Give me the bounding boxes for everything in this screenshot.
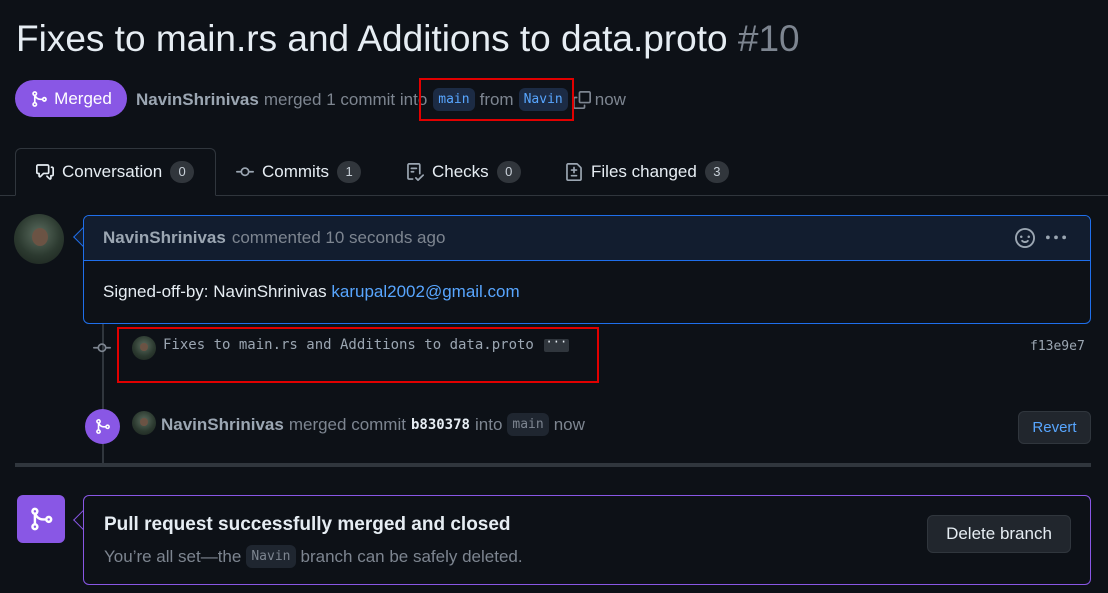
email-link[interactable]: karupal2002@gmail.com xyxy=(331,282,519,301)
merged-box-description: You’re all set—the Navin branch can be s… xyxy=(104,545,523,568)
merged-box-desc-prefix: You’re all set—the xyxy=(104,546,242,566)
comment-author-link[interactable]: NavinShrinivas xyxy=(103,228,226,248)
git-merge-icon xyxy=(31,507,53,531)
comment-author-avatar[interactable] xyxy=(14,214,64,264)
git-merge-icon xyxy=(32,90,48,107)
git-commit-icon xyxy=(236,167,254,177)
merge-event-time: now xyxy=(553,414,585,434)
pr-author-link[interactable]: NavinShrinivas xyxy=(136,90,259,110)
pr-title: Fixes to main.rs and Additions to data.p… xyxy=(16,18,800,60)
tab-checks[interactable]: Checks 0 xyxy=(406,148,521,196)
comment-action: commented 10 seconds ago xyxy=(231,228,446,247)
comment-header: NavinShrinivas commented 10 seconds ago xyxy=(84,216,1090,261)
merged-status-icon xyxy=(17,495,65,543)
tab-files-changed-label: Files changed xyxy=(591,162,697,181)
commit-sha-link[interactable]: f13e9e7 xyxy=(1030,339,1085,354)
merged-label: Merged xyxy=(54,88,112,108)
smiley-icon[interactable] xyxy=(1015,228,1035,248)
deletable-branch-label[interactable]: Navin xyxy=(246,545,296,568)
tab-files-changed-count: 3 xyxy=(704,161,729,183)
tab-checks-count: 0 xyxy=(496,161,521,183)
merge-event-text: merged commit xyxy=(288,414,406,434)
pr-title-text: Fixes to main.rs and Additions to data.p… xyxy=(16,18,728,59)
revert-button[interactable]: Revert xyxy=(1018,411,1091,444)
merge-author-link[interactable]: NavinShrinivas xyxy=(161,415,284,435)
pr-merge-text: merged 1 commit into xyxy=(263,89,428,109)
merged-status-badge: Merged xyxy=(15,80,127,117)
merge-event-badge xyxy=(85,409,120,444)
git-commit-icon xyxy=(93,343,111,353)
tab-commits-label: Commits xyxy=(262,162,330,181)
checklist-icon xyxy=(407,163,424,181)
tab-conversation-count: 0 xyxy=(170,161,195,183)
tab-conversation[interactable]: Conversation 0 xyxy=(15,148,216,196)
copy-icon[interactable] xyxy=(572,90,591,109)
timeline-divider xyxy=(15,463,1091,467)
merge-event-row: NavinShrinivas merged commit b830378 int… xyxy=(161,413,585,436)
merged-box-desc-suffix: branch can be safely deleted. xyxy=(300,546,523,566)
signed-off-text: Signed-off-by: NavinShrinivas xyxy=(103,282,327,301)
comment-box: NavinShrinivas commented 10 seconds ago … xyxy=(83,215,1091,324)
merge-into-text: into xyxy=(474,414,503,434)
pr-number: #10 xyxy=(737,18,800,59)
merge-author-avatar[interactable] xyxy=(132,411,156,435)
commit-highlight-box xyxy=(117,327,599,383)
tab-checks-label: Checks xyxy=(432,162,489,181)
comment-discussion-icon xyxy=(36,164,54,180)
merge-target-branch[interactable]: main xyxy=(507,413,549,436)
git-merge-icon xyxy=(96,419,110,434)
tab-commits[interactable]: Commits 1 xyxy=(236,148,362,196)
file-diff-icon xyxy=(566,163,582,181)
delete-branch-button[interactable]: Delete branch xyxy=(927,515,1071,553)
merge-commit-sha-link[interactable]: b830378 xyxy=(411,417,470,433)
merged-box-title: Pull request successfully merged and clo… xyxy=(104,514,511,535)
branch-highlight-box xyxy=(419,78,574,121)
tab-commits-count: 1 xyxy=(337,161,362,183)
kebab-horizontal-icon[interactable] xyxy=(1046,228,1066,248)
pr-time: now xyxy=(594,89,626,109)
tab-files-changed[interactable]: Files changed 3 xyxy=(565,148,729,196)
merged-status-box: Pull request successfully merged and clo… xyxy=(83,495,1091,585)
tab-conversation-label: Conversation xyxy=(62,162,163,181)
comment-body: Signed-off-by: NavinShrinivas karupal200… xyxy=(84,261,1090,323)
